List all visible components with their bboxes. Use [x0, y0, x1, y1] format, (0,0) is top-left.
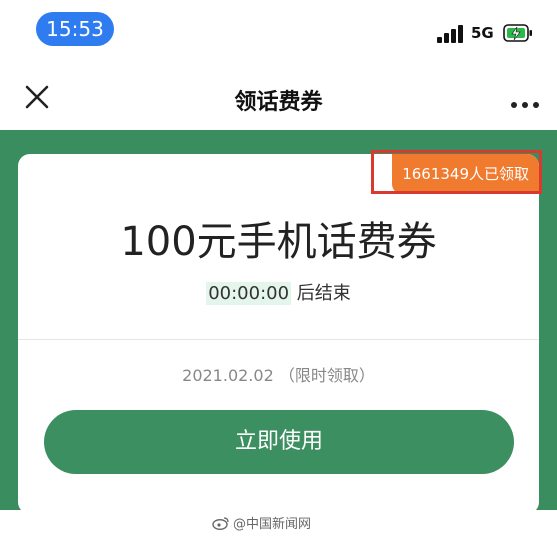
coupon-title: 100元手机话费券 [120, 219, 437, 265]
countdown: 00:00:00 后结束 [18, 279, 539, 305]
weibo-icon [212, 516, 230, 531]
more-icon[interactable] [510, 94, 540, 108]
annotation-highlight-frame [371, 150, 542, 194]
divider [18, 339, 539, 340]
status-bar: 15:53 5G [0, 0, 557, 58]
watermark-text: @中国新闻网 [233, 517, 312, 532]
nav-bar: 领话费券 [0, 58, 557, 130]
countdown-time: 00:00:00 [206, 282, 292, 305]
battery-charging-icon [503, 23, 533, 43]
page-title: 领话费券 [234, 90, 323, 115]
signal-icon [437, 25, 467, 43]
watermark: @中国新闻网 [212, 514, 311, 536]
coupon-card: 1661349人已领取 100元手机话费券 00:00:00 后结束 2021.… [18, 154, 539, 514]
validity-date: 2021.02.02 （限时领取） [182, 366, 375, 385]
use-now-button[interactable]: 立即使用 [44, 410, 514, 474]
network-type: 5G [471, 24, 494, 42]
countdown-suffix: 后结束 [296, 283, 351, 304]
status-time: 15:53 [36, 12, 114, 46]
